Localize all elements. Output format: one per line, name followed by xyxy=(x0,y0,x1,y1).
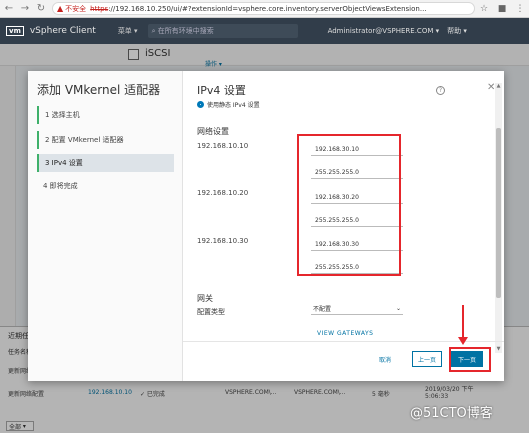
gateway-type-label: 配置类型 xyxy=(197,308,225,316)
page-title: IPv4 设置 xyxy=(197,84,246,97)
step-select-host[interactable]: 1 选择主机 xyxy=(37,106,174,124)
chevron-down-icon: ⌄ xyxy=(395,305,401,312)
watermark: @51CTO博客 xyxy=(410,406,493,421)
scroll-up-icon[interactable]: ▲ xyxy=(495,83,502,90)
gateway-heading: 网关 xyxy=(197,294,213,303)
url-scheme: https xyxy=(90,4,109,13)
host-2-label: 192.168.10.20 xyxy=(197,189,249,197)
cancel-button[interactable]: 取消 xyxy=(371,351,399,367)
star-icon[interactable]: ☆ xyxy=(478,3,490,15)
back-arrow-icon[interactable]: ← xyxy=(2,2,16,16)
menu-dots-icon[interactable]: ⋮ xyxy=(514,3,526,15)
step-configure-adapter[interactable]: 2 配置 VMkernel 适配器 xyxy=(37,131,174,149)
vsphere-header: vm vSphere Client 菜单 ▾ ⌕ 在所有环境中搜索 Admini… xyxy=(0,18,529,44)
host-1-label: 192.168.10.10 xyxy=(197,142,249,150)
radio-selected-icon[interactable] xyxy=(197,101,204,108)
search-placeholder: 在所有环境中搜索 xyxy=(157,27,214,35)
url-text: ://192.168.10.250/ui/#?extensionId=vsphe… xyxy=(108,4,427,13)
content-scrollbar[interactable]: ▲ ▼ xyxy=(495,83,502,353)
host-3-label: 192.168.10.30 xyxy=(197,237,249,245)
gateway-type-select[interactable]: 不配置 ⌄ xyxy=(311,303,403,315)
forward-arrow-icon[interactable]: → xyxy=(18,2,32,16)
global-search-input[interactable]: ⌕ 在所有环境中搜索 xyxy=(147,24,298,38)
step-ready-to-complete[interactable]: 4 即将完成 xyxy=(37,177,174,195)
vm-logo: vm xyxy=(6,26,24,36)
step-ipv4-settings[interactable]: 3 IPv4 设置 xyxy=(37,154,174,172)
static-ipv4-radio[interactable]: 使用静态 IPv4 设置 xyxy=(197,100,260,109)
view-gateways-link[interactable]: VIEW GATEWAYS xyxy=(317,330,373,337)
menu-button[interactable]: 菜单 ▾ xyxy=(118,26,138,36)
footer-divider xyxy=(183,341,504,342)
wizard-title: 添加 VMkernel 适配器 xyxy=(37,83,161,97)
help-icon[interactable]: ? xyxy=(436,86,445,95)
static-ipv4-label: 使用静态 IPv4 设置 xyxy=(207,102,260,109)
browser-toolbar: ← → ↻ ▲ 不安全 https://192.168.10.250/ui/#?… xyxy=(0,0,529,18)
ip-fields-highlight xyxy=(297,134,401,276)
wizard-steps-panel: 添加 VMkernel 适配器 1 选择主机 2 配置 VMkernel 适配器… xyxy=(28,71,183,381)
address-bar[interactable]: ▲ 不安全 https://192.168.10.250/ui/#?extens… xyxy=(52,2,475,15)
annotation-arrow-line xyxy=(462,305,464,339)
scroll-down-icon[interactable]: ▼ xyxy=(495,346,502,353)
gateway-type-value: 不配置 xyxy=(313,306,332,313)
annotation-arrow-head xyxy=(458,337,468,345)
help-menu[interactable]: 帮助 ▾ xyxy=(447,26,467,36)
extension-icon[interactable]: ■ xyxy=(496,3,508,15)
app-title: vSphere Client xyxy=(29,26,96,36)
scroll-thumb[interactable] xyxy=(496,128,501,298)
next-button-highlight xyxy=(449,347,491,372)
insecure-label: 不安全 xyxy=(65,4,87,13)
user-menu[interactable]: Administrator@VSPHERE.COM ▾ xyxy=(328,27,440,35)
back-button[interactable]: 上一页 xyxy=(412,351,442,367)
network-settings-heading: 网络设置 xyxy=(197,127,229,136)
add-vmkernel-wizard: 添加 VMkernel 适配器 1 选择主机 2 配置 VMkernel 适配器… xyxy=(28,71,504,381)
reload-icon[interactable]: ↻ xyxy=(34,2,48,16)
warning-icon: ▲ xyxy=(57,4,64,13)
